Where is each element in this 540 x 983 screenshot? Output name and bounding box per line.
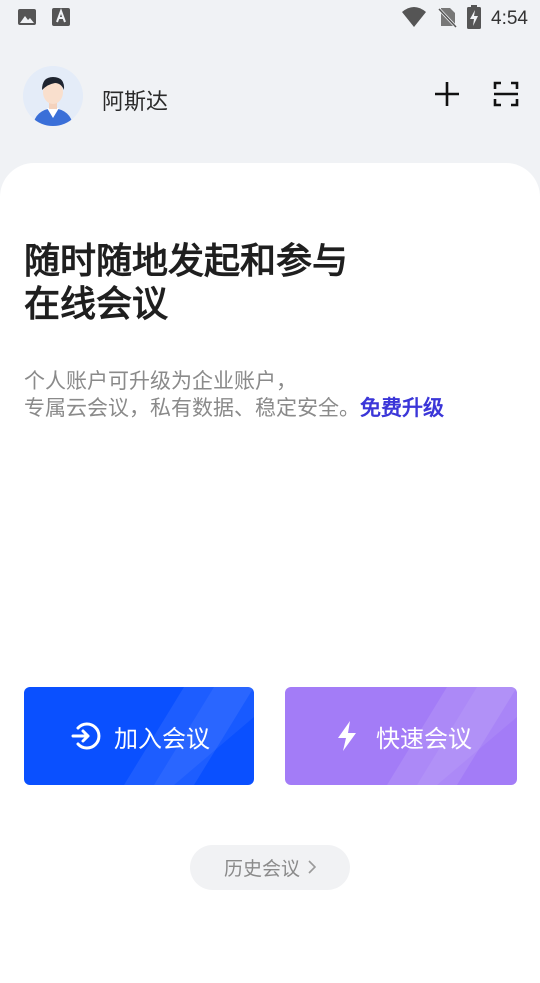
plus-icon [434, 81, 460, 111]
no-sim-icon [437, 6, 458, 32]
headline-line-2: 在线会议 [24, 284, 169, 325]
avatar[interactable] [23, 66, 83, 126]
desc-line-2-text: 专属云会议，私有数据、稳定安全。 [24, 396, 360, 420]
scan-icon [493, 81, 519, 111]
status-bar: 4:54 [0, 0, 540, 36]
font-download-icon [51, 7, 71, 31]
status-time: 4:54 [491, 8, 528, 29]
history-meetings-button[interactable]: 历史会议 [190, 845, 350, 890]
chevron-right-icon [308, 857, 317, 879]
upgrade-description: 个人账户可升级为企业账户， 专属云会议，私有数据、稳定安全。免费升级 [24, 368, 444, 422]
add-button[interactable] [429, 78, 465, 114]
join-icon [68, 719, 102, 753]
headline-line-1: 随时随地发起和参与 [24, 241, 349, 282]
desc-line-1: 个人账户可升级为企业账户， [24, 369, 297, 393]
desc-line-2: 专属云会议，私有数据、稳定安全。免费升级 [24, 395, 444, 422]
join-meeting-button[interactable]: 加入会议 [24, 687, 254, 785]
username: 阿斯达 [102, 90, 169, 115]
history-meetings-label: 历史会议 [223, 858, 300, 880]
battery-charging-icon [467, 5, 482, 33]
header: 阿斯达 [0, 62, 540, 132]
quick-meeting-label: 快速会议 [376, 724, 472, 753]
quick-meeting-button[interactable]: 快速会议 [285, 687, 517, 785]
image-icon [17, 7, 37, 31]
wifi-icon [401, 6, 427, 32]
free-upgrade-link[interactable]: 免费升级 [360, 396, 444, 420]
scan-button[interactable] [488, 78, 524, 114]
lightning-icon [330, 719, 364, 753]
join-meeting-label: 加入会议 [114, 724, 210, 753]
headline: 随时随地发起和参与 在线会议 [24, 240, 348, 326]
main-card: 随时随地发起和参与 在线会议 个人账户可升级为企业账户， 专属云会议，私有数据、… [0, 163, 540, 983]
